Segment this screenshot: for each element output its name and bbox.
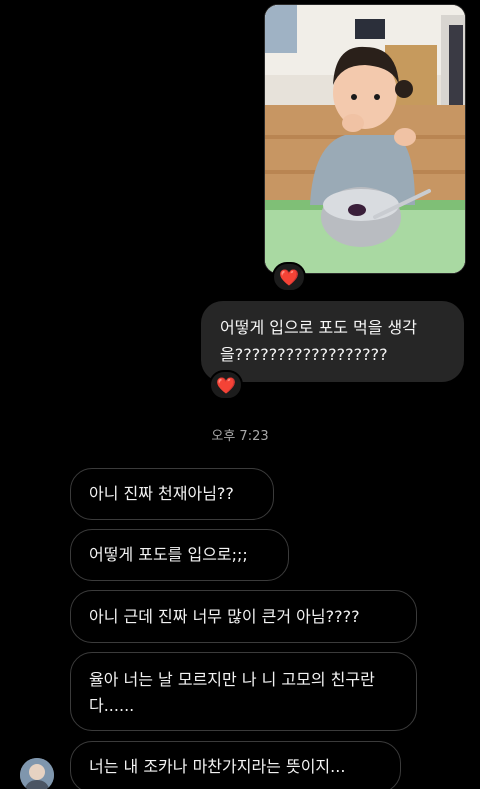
incoming-message[interactable]: 너는 내 조카나 마찬가지라는 뜻이지... [70,741,401,789]
message-timestamp: 오후 7:23 [211,429,269,444]
outgoing-message[interactable]: 어떻게 입으로 포도 먹을 생각을?????????????????? [201,301,464,382]
avatar-image [20,758,54,789]
avatar[interactable] [20,758,54,789]
message-text: 어떻게 포도를 입으로;;; [89,545,248,564]
incoming-message[interactable]: 어떻게 포도를 입으로;;; [70,529,289,581]
photo-message[interactable] [264,4,466,274]
message-text: 너는 내 조카나 마찬가지라는 뜻이지... [89,757,346,776]
message-text: 율아 너는 날 모르지만 나 니 고모의 친구란다...... [89,669,375,715]
incoming-message[interactable]: 아니 근데 진짜 너무 많이 큰거 아님???? [70,590,417,643]
incoming-message[interactable]: 율아 너는 날 모르지만 나 니 고모의 친구란다...... [70,652,417,731]
red-heart-icon[interactable]: ❤️ [209,370,243,400]
child-photo [265,5,465,273]
message-text: 아니 진짜 천재아님?? [89,484,234,503]
chat-thread: ❤️ 어떻게 입으로 포도 먹을 생각을?????????????????? ❤… [0,0,480,789]
incoming-message[interactable]: 아니 진짜 천재아님?? [70,468,274,520]
red-heart-icon[interactable]: ❤️ [272,262,306,292]
message-text: 아니 근데 진짜 너무 많이 큰거 아님???? [89,606,360,626]
